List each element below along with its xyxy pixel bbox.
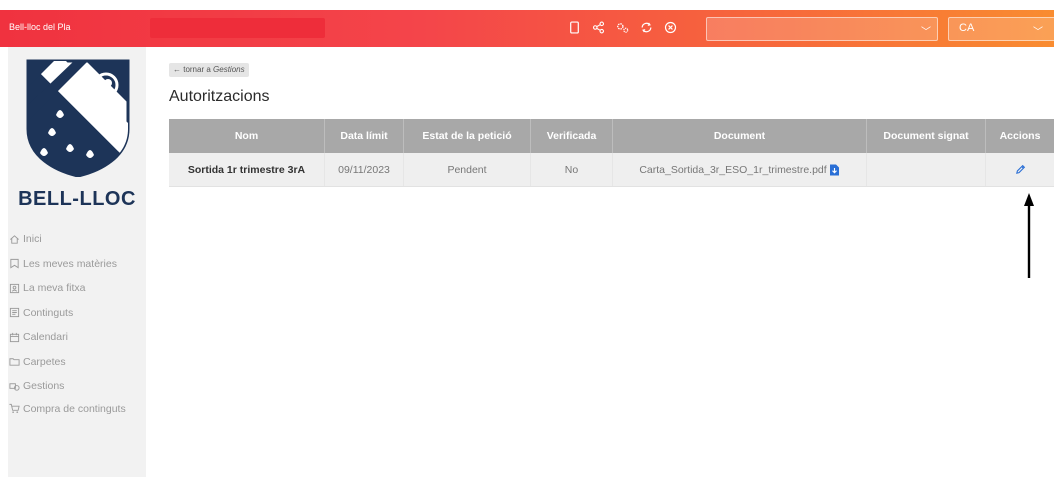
cell-verificada: No (531, 153, 613, 186)
settings-icon[interactable] (614, 18, 630, 36)
back-link-prefix: ← tornar a (173, 65, 214, 74)
logo-text: BELL-LLOC (18, 188, 136, 210)
sidebar-item-carpetes[interactable]: Carpetes (8, 350, 146, 375)
school-logo[interactable] (26, 59, 130, 177)
sidebar-item-label: Compra de continguts (23, 402, 126, 415)
language-select[interactable]: CA ﹀ (948, 17, 1054, 41)
chevron-down-icon: ﹀ (921, 27, 931, 38)
language-value: CA (959, 22, 975, 34)
sidebar: BELL-LLOC Inici Les meves matèries La me… (8, 47, 146, 477)
edit-icon[interactable] (1015, 164, 1026, 175)
close-circle-icon[interactable] (662, 18, 678, 36)
top-icon-group (566, 18, 678, 36)
cart-icon (9, 403, 20, 414)
column-header-nom[interactable]: Nom (169, 119, 325, 153)
authorizations-table: Nom Data límit Estat de la petició Verif… (169, 119, 1054, 187)
back-to-gestions-link[interactable]: ← tornar a Gestions (169, 63, 249, 77)
id-card-icon (9, 283, 20, 294)
table-header: Nom Data límit Estat de la petició Verif… (169, 119, 1054, 153)
sidebar-item-compra-de-continguts[interactable]: Compra de continguts (8, 399, 146, 433)
sidebar-nav: Inici Les meves matèries La meva fitxa C… (8, 227, 146, 433)
sidebar-item-label: Continguts (23, 306, 74, 319)
sidebar-item-la-meva-fitxa[interactable]: La meva fitxa (8, 276, 146, 301)
annotation-arrow-icon (1024, 193, 1034, 278)
cell-nom: Sortida 1r trimestre 3rA (169, 153, 325, 186)
column-header-document[interactable]: Document (613, 119, 867, 153)
document-link[interactable]: Carta_Sortida_3r_ESO_1r_trimestre.pdf (639, 164, 826, 176)
gestions-icon (9, 381, 20, 392)
sync-icon[interactable] (638, 18, 654, 36)
tablet-icon[interactable] (566, 18, 582, 36)
cell-document-signat (867, 153, 986, 186)
back-link-target: Gestions (213, 65, 245, 74)
cell-document: Carta_Sortida_3r_ESO_1r_trimestre.pdf (613, 153, 867, 186)
calendar-icon (9, 332, 20, 343)
folder-icon (9, 356, 20, 367)
sidebar-item-label: La meva fitxa (23, 282, 86, 295)
sidebar-item-continguts[interactable]: Continguts (8, 301, 146, 326)
sidebar-item-calendari[interactable]: Calendari (8, 325, 146, 350)
column-header-accions[interactable]: Accions (986, 119, 1054, 153)
page-title: Autoritzacions (169, 88, 270, 105)
sidebar-item-gestions[interactable]: Gestions (8, 374, 146, 399)
sidebar-item-label: Carpetes (23, 355, 66, 368)
cell-estat: Pendent (404, 153, 531, 186)
redacted-area (150, 18, 325, 38)
column-header-verificada[interactable]: Verificada (531, 119, 613, 153)
content-icon (9, 307, 20, 318)
column-header-estat[interactable]: Estat de la petició (404, 119, 531, 153)
sidebar-item-label: Inici (23, 233, 42, 246)
column-header-document-signat[interactable]: Document signat (867, 119, 986, 153)
sidebar-item-label: Gestions (23, 380, 65, 393)
column-header-data-limit[interactable]: Data límit (325, 119, 404, 153)
user-select[interactable]: ﹀ (706, 17, 938, 41)
sidebar-item-les-meves-materies[interactable]: Les meves matèries (8, 252, 146, 277)
sidebar-item-label: Calendari (23, 331, 68, 344)
sidebar-item-label: Les meves matèries (23, 257, 117, 270)
pdf-download-icon[interactable] (829, 164, 840, 176)
home-icon (9, 234, 20, 245)
bookmark-icon (9, 258, 20, 269)
chevron-down-icon: ﹀ (1033, 27, 1043, 38)
sidebar-item-inici[interactable]: Inici (8, 227, 146, 252)
brand-name[interactable]: Bell-lloc del Pla (9, 22, 71, 32)
cell-data-limit: 09/11/2023 (325, 153, 404, 186)
share-icon[interactable] (590, 18, 606, 36)
top-bar: Bell-lloc del Pla ﹀ CA ﹀ (0, 10, 1054, 47)
cell-accions (986, 153, 1054, 186)
table-row: Sortida 1r trimestre 3rA 09/11/2023 Pend… (169, 153, 1054, 187)
